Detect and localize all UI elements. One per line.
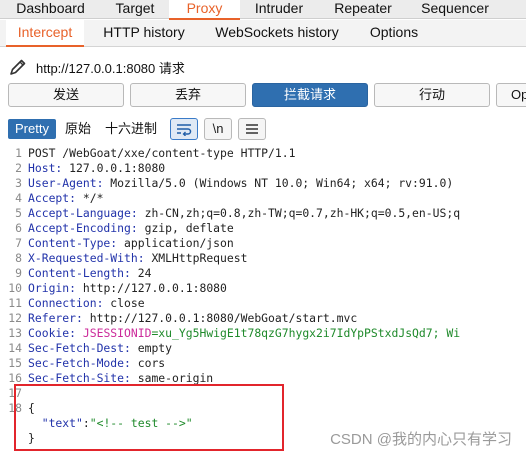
open-browser-button[interactable]: Op	[496, 83, 526, 107]
code-line: 13 Cookie: JSESSIONID=xu_Yg5HwigE1t78qzG7…	[8, 326, 461, 340]
tab-target[interactable]: Target	[101, 0, 169, 19]
tab-dashboard[interactable]: Dashboard	[0, 0, 101, 19]
code-line: 10 Origin: http://127.0.0.1:8080	[8, 281, 227, 295]
tab-pretty[interactable]: Pretty	[8, 119, 56, 139]
request-url: http://127.0.0.1:8080 请求	[36, 61, 185, 76]
newline-icon[interactable]: \n	[204, 118, 232, 140]
tab-websockets-history[interactable]: WebSockets history	[204, 20, 350, 47]
highlight-box	[14, 384, 284, 451]
menu-icon[interactable]	[238, 118, 266, 140]
tab-sequencer[interactable]: Sequencer	[408, 0, 502, 19]
intercept-toggle-button[interactable]: 拦截请求	[252, 83, 368, 107]
watermark: CSDN @我的内心只有学习	[330, 431, 512, 448]
code-line: 3 User-Agent: Mozilla/5.0 (Windows NT 10.…	[15, 176, 454, 190]
code-line: 1 POST /WebGoat/xxe/content-type HTTP/1.1	[15, 146, 296, 160]
tab-proxy[interactable]: Proxy	[169, 0, 240, 20]
main-tab-bar: Dashboard Target Proxy Intruder Repeater…	[0, 0, 526, 20]
code-line: 4 Accept: */*	[15, 191, 104, 205]
action-button[interactable]: 行动	[374, 83, 490, 107]
code-line: 5 Accept-Language: zh-CN,zh;q=0.8,zh-TW;q…	[15, 206, 461, 220]
tab-raw[interactable]: 原始	[60, 119, 96, 139]
code-line: 2 Host: 127.0.0.1:8080	[15, 161, 166, 175]
intercept-action-bar: 发送 丢弃 拦截请求 行动 Op	[0, 83, 526, 107]
forward-button[interactable]: 发送	[8, 83, 124, 107]
code-line: 15 Sec-Fetch-Mode: cors	[8, 356, 166, 370]
request-url-row: http://127.0.0.1:8080 请求	[0, 53, 526, 81]
tab-http-history[interactable]: HTTP history	[92, 20, 196, 47]
code-line: 8 X-Requested-With: XMLHttpRequest	[15, 251, 248, 265]
wrap-lines-icon[interactable]	[170, 118, 198, 140]
tab-intruder[interactable]: Intruder	[240, 0, 318, 19]
code-line: 14 Sec-Fetch-Dest: empty	[8, 341, 173, 355]
editor-toolbar: Pretty 原始 十六进制 \n	[0, 117, 526, 141]
drop-button[interactable]: 丢弃	[130, 83, 246, 107]
tab-hex[interactable]: 十六进制	[100, 119, 162, 139]
code-line: 12 Referer: http://127.0.0.1:8080/WebGoat…	[8, 311, 358, 325]
code-line: 11 Connection: close	[8, 296, 145, 310]
code-line: 6 Accept-Encoding: gzip, deflate	[15, 221, 234, 235]
tab-intercept[interactable]: Intercept	[6, 20, 84, 47]
tab-options[interactable]: Options	[356, 20, 432, 47]
tab-repeater[interactable]: Repeater	[318, 0, 408, 19]
code-line: 7 Content-Type: application/json	[15, 236, 234, 250]
pencil-icon[interactable]	[8, 57, 28, 77]
code-line: 9 Content-Length: 24	[15, 266, 152, 280]
proxy-sub-tab-bar: Intercept HTTP history WebSockets histor…	[0, 20, 526, 47]
